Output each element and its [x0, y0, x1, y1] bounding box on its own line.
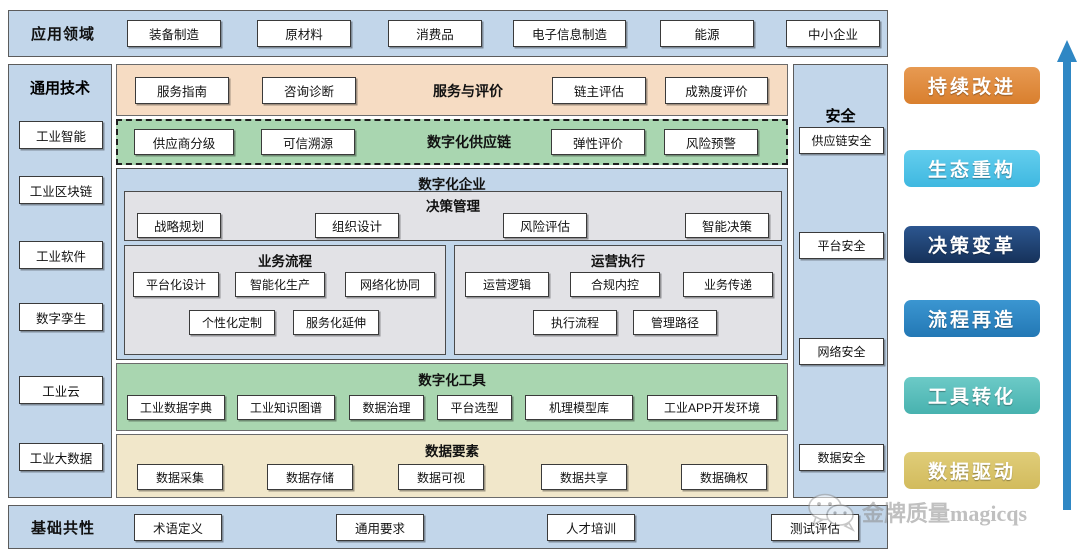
operations-execution-title: 运营执行: [591, 254, 645, 269]
app-domain-item-3[interactable]: 电子信息制造: [513, 20, 626, 47]
service-item-left-1[interactable]: 咨询诊断: [262, 77, 356, 104]
digital-enterprise-title: 数字化企业: [418, 177, 486, 192]
general-tech-item-4[interactable]: 工业云: [19, 376, 103, 404]
digital-tools-item-1[interactable]: 工业知识图谱: [237, 395, 335, 420]
operations-item-3[interactable]: 执行流程: [533, 310, 617, 335]
general-tech-item-3[interactable]: 数字孪生: [19, 303, 103, 331]
service-evaluation-title: 服务与评价: [433, 82, 503, 99]
upward-arrow-icon: [1057, 40, 1077, 510]
supply-item-left-0[interactable]: 供应商分级: [134, 129, 234, 155]
basic-commonality-item-3[interactable]: 测试评估: [771, 514, 859, 541]
general-tech-item-2[interactable]: 工业软件: [19, 241, 103, 269]
decision-management-panel: 决策管理 战略规划 组织设计 风险评估 智能决策: [124, 191, 782, 241]
service-item-right-0[interactable]: 链主评估: [552, 77, 646, 104]
diagram-canvas: 应用领域 装备制造 原材料 消费品 电子信息制造 能源 中小企业 通用技术 工业…: [0, 0, 1080, 553]
basic-commonality-label: 基础共性: [30, 519, 95, 537]
basic-commonality-band: 基础共性 术语定义 通用要求 人才培训 测试评估: [8, 505, 888, 549]
digital-supply-chain-section: 供应商分级 可信溯源 数字化供应链 弹性评价 风险预警: [116, 119, 788, 165]
supply-item-right-1[interactable]: 风险预警: [664, 129, 758, 155]
digital-tools-item-2[interactable]: 数据治理: [349, 395, 424, 420]
operations-item-2[interactable]: 业务传递: [683, 272, 773, 297]
general-technology-label: 通用技术: [29, 80, 90, 97]
business-process-item-3[interactable]: 个性化定制: [189, 310, 275, 335]
maturity-badge-2[interactable]: 决策变革: [904, 226, 1040, 263]
basic-commonality-item-1[interactable]: 通用要求: [336, 514, 424, 541]
operations-item-4[interactable]: 管理路径: [633, 310, 717, 335]
decision-item-3[interactable]: 智能决策: [685, 213, 769, 238]
center-stack: 服务指南 咨询诊断 服务与评价 链主评估 成熟度评价 供应商分级 可信溯源 数字…: [116, 64, 788, 498]
basic-commonality-item-0[interactable]: 术语定义: [134, 514, 222, 541]
app-domain-item-0[interactable]: 装备制造: [127, 20, 221, 47]
operations-execution-panel: 运营执行 运营逻辑 合规内控 业务传递 执行流程 管理路径: [454, 245, 782, 355]
security-item-1[interactable]: 平台安全: [799, 232, 884, 259]
application-domain-band: 应用领域 装备制造 原材料 消费品 电子信息制造 能源 中小企业: [8, 10, 888, 57]
application-domain-label: 应用领域: [30, 26, 95, 43]
digital-tools-item-0[interactable]: 工业数据字典: [127, 395, 225, 420]
operations-item-0[interactable]: 运营逻辑: [465, 272, 549, 297]
supply-item-left-1[interactable]: 可信溯源: [261, 129, 355, 155]
data-elements-item-1[interactable]: 数据存储: [267, 464, 353, 490]
app-domain-item-2[interactable]: 消费品: [388, 20, 482, 47]
decision-item-0[interactable]: 战略规划: [137, 213, 221, 238]
service-item-right-1[interactable]: 成熟度评价: [665, 77, 768, 104]
decision-item-2[interactable]: 风险评估: [503, 213, 587, 238]
maturity-badge-1[interactable]: 生态重构: [904, 150, 1040, 187]
data-elements-item-2[interactable]: 数据可视: [398, 464, 484, 490]
maturity-badge-0[interactable]: 持续改进: [904, 67, 1040, 104]
business-process-item-4[interactable]: 服务化延伸: [293, 310, 379, 335]
maturity-badge-3[interactable]: 流程再造: [904, 300, 1040, 337]
security-item-3[interactable]: 数据安全: [799, 444, 884, 471]
maturity-badges-column: 持续改进 生态重构 决策变革 流程再造 工具转化 数据驱动: [900, 0, 1080, 553]
business-process-title: 业务流程: [258, 254, 312, 269]
digital-tools-item-4[interactable]: 机理模型库: [525, 395, 633, 420]
supply-item-right-0[interactable]: 弹性评价: [551, 129, 645, 155]
security-label: 安全: [825, 108, 856, 125]
digital-tools-title: 数字化工具: [418, 373, 486, 388]
decision-management-title: 决策管理: [426, 199, 480, 214]
decision-item-1[interactable]: 组织设计: [315, 213, 399, 238]
app-domain-item-4[interactable]: 能源: [660, 20, 754, 47]
basic-commonality-item-2[interactable]: 人才培训: [547, 514, 635, 541]
digital-tools-item-3[interactable]: 平台选型: [437, 395, 512, 420]
operations-item-1[interactable]: 合规内控: [570, 272, 660, 297]
general-technology-column: 通用技术 工业智能 工业区块链 工业软件 数字孪生 工业云 工业大数据: [8, 64, 112, 498]
data-elements-section: 数据要素 数据采集 数据存储 数据可视 数据共享 数据确权: [116, 434, 788, 498]
app-domain-item-5[interactable]: 中小企业: [786, 20, 880, 47]
app-domain-item-1[interactable]: 原材料: [257, 20, 351, 47]
service-item-left-0[interactable]: 服务指南: [135, 77, 229, 104]
general-tech-item-0[interactable]: 工业智能: [19, 121, 103, 149]
digital-supply-chain-title: 数字化供应链: [427, 134, 511, 150]
data-elements-title: 数据要素: [425, 444, 479, 459]
security-item-0[interactable]: 供应链安全: [799, 127, 884, 154]
data-elements-item-3[interactable]: 数据共享: [541, 464, 627, 490]
business-process-item-0[interactable]: 平台化设计: [133, 272, 219, 297]
security-item-2[interactable]: 网络安全: [799, 338, 884, 365]
maturity-badge-4[interactable]: 工具转化: [904, 377, 1040, 414]
data-elements-item-4[interactable]: 数据确权: [681, 464, 767, 490]
service-evaluation-section: 服务指南 咨询诊断 服务与评价 链主评估 成熟度评价: [116, 64, 788, 116]
business-process-item-1[interactable]: 智能化生产: [235, 272, 325, 297]
business-process-panel: 业务流程 平台化设计 智能化生产 网络化协同 个性化定制 服务化延伸: [124, 245, 446, 355]
digital-tools-item-5[interactable]: 工业APP开发环境: [647, 395, 777, 420]
general-tech-item-1[interactable]: 工业区块链: [19, 176, 103, 204]
digital-tools-section: 数字化工具 工业数据字典 工业知识图谱 数据治理 平台选型 机理模型库 工业AP…: [116, 363, 788, 431]
data-elements-item-0[interactable]: 数据采集: [137, 464, 223, 490]
digital-enterprise-section: 数字化企业 决策管理 战略规划 组织设计 风险评估 智能决策 业务流程 平台化设…: [116, 168, 788, 360]
business-process-item-2[interactable]: 网络化协同: [345, 272, 435, 297]
general-tech-item-5[interactable]: 工业大数据: [19, 443, 103, 471]
security-column: 安全 供应链安全 平台安全 网络安全 数据安全: [793, 64, 888, 498]
maturity-badge-5[interactable]: 数据驱动: [904, 452, 1040, 489]
